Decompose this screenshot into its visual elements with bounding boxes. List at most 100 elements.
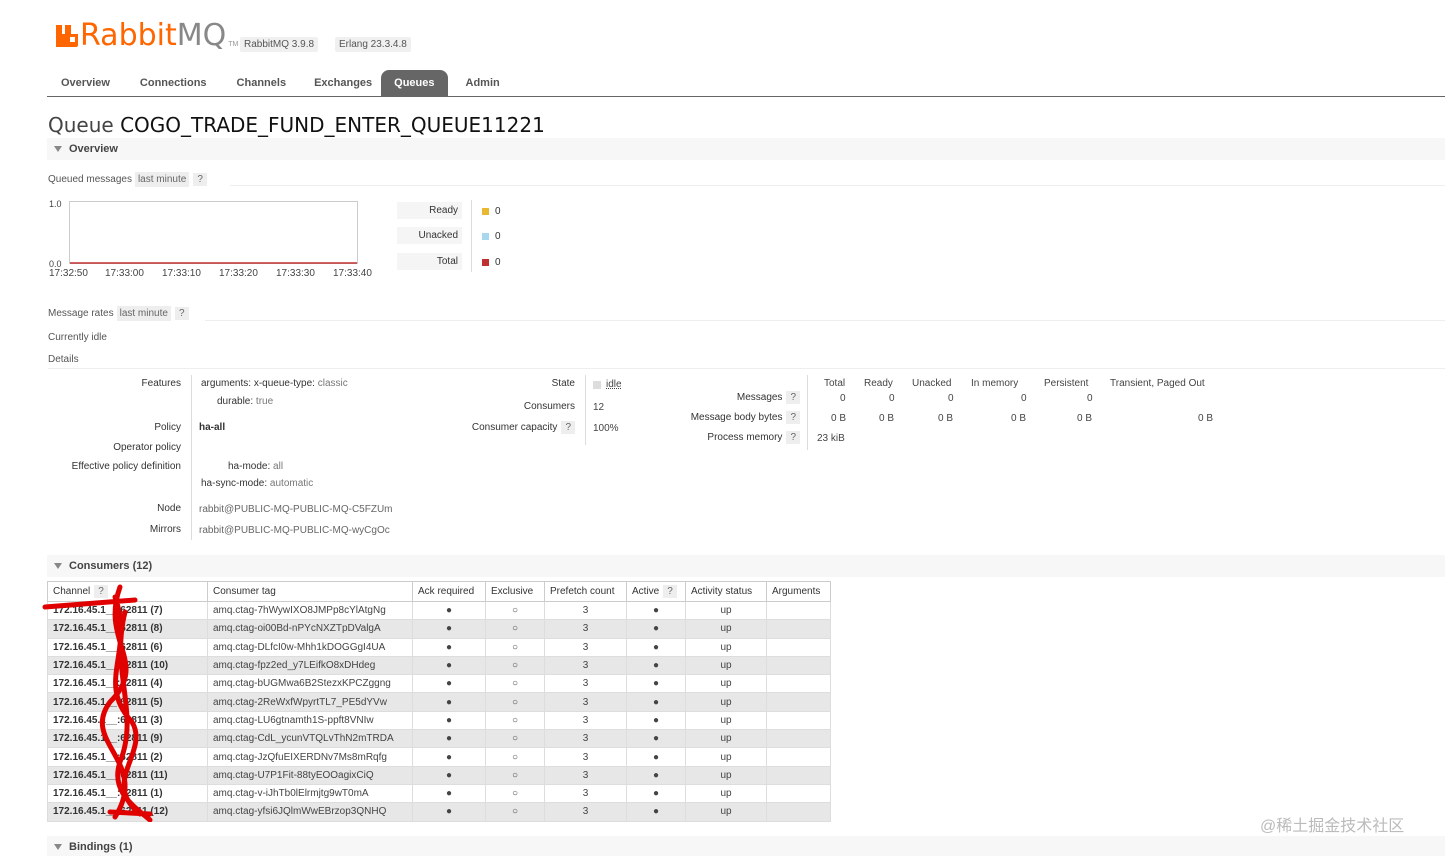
legend-unacked-value[interactable]: 0 [482, 231, 501, 242]
ack-required-cell: ● [412, 600, 486, 621]
help-icon[interactable]: ? [786, 411, 800, 424]
help-icon[interactable]: ? [174, 307, 189, 320]
consumer-tag-cell: amq.ctag-2ReWxfWpyrtTL7_PE5dYVw [207, 692, 413, 712]
state-value: idle [593, 379, 622, 390]
mirrors-label: Mirrors [149, 524, 181, 535]
channel-link[interactable]: 172.16.45.1__:62811 (1) [47, 783, 208, 804]
col-channel: Channel? [47, 581, 208, 602]
consumers-section-header[interactable]: Consumers (12) [47, 555, 1445, 577]
help-icon[interactable]: ? [94, 585, 108, 598]
stats-col-transient: Transient, Paged Out [1110, 378, 1205, 389]
queued-range-selector[interactable]: last minute [134, 172, 190, 187]
tab-overview[interactable]: Overview [47, 70, 124, 97]
channel-link[interactable]: 172.16.45.1__:62811 (12) [47, 802, 208, 822]
channel-link[interactable]: 172.16.45.1__:62811 (5) [47, 692, 208, 712]
logo-tm: TM [228, 41, 239, 48]
channel-link[interactable]: 172.16.45.1__:62811 (2) [47, 747, 208, 767]
table-header-row: Channel? Consumer tag Ack required Exclu… [47, 581, 831, 602]
consumer-tag-cell: amq.ctag-oi00Bd-nPYcNXZTpDValgA [207, 619, 413, 639]
rabbitmq-logo[interactable]: RabbitMQ TM [56, 20, 238, 52]
tab-channels[interactable]: Channels [223, 70, 301, 97]
active-cell: ● [626, 765, 686, 785]
channel-link[interactable]: 172.16.45.1__:62811 (7) [47, 600, 208, 621]
activity-status-cell: up [685, 802, 767, 822]
node-label: Node [157, 503, 181, 514]
ack-required-cell: ● [412, 765, 486, 785]
ready-swatch-icon [482, 208, 489, 215]
details-label: Details [48, 354, 79, 365]
ack-required-cell: ● [412, 674, 486, 694]
channel-link[interactable]: 172.16.45.1__:62811 (9) [47, 729, 208, 749]
prefetch-count-cell: 3 [544, 710, 627, 731]
rates-range-selector[interactable]: last minute [116, 306, 171, 321]
active-cell: ● [626, 637, 686, 657]
tab-connections[interactable]: Connections [124, 70, 223, 97]
consumer-tag-cell: amq.ctag-DLfcI0w-Mhh1kDOGGgI4UA [207, 637, 413, 657]
operator-policy-label: Operator policy [113, 442, 181, 453]
currently-idle-text: Currently idle [48, 332, 107, 343]
active-cell: ● [626, 747, 686, 767]
arguments-cell [766, 600, 831, 621]
ack-required-cell: ● [412, 747, 486, 767]
consumers-table: Channel? Consumer tag Ack required Exclu… [47, 581, 831, 822]
prefetch-count-cell: 3 [544, 802, 627, 822]
ack-required-cell: ● [412, 637, 486, 657]
arguments-cell [766, 802, 831, 822]
bindings-section-header[interactable]: Bindings (1) [47, 836, 1445, 856]
consumer-tag-cell: amq.ctag-JzQfuEIXERDNv7Ms8mRqfg [207, 747, 413, 767]
stats-cell: 0 [889, 393, 895, 404]
features-label: Features [141, 378, 181, 389]
help-icon[interactable]: ? [561, 421, 575, 434]
consumer-tag-cell: amq.ctag-v-iJhTb0lElrmjtg9wT0mA [207, 783, 413, 804]
table-row: 172.16.45.1__:62811 (8) amq.ctag-oi00Bd-n… [47, 619, 831, 639]
stats-cell: 0 [1087, 393, 1093, 404]
exclusive-cell: ○ [485, 600, 545, 621]
legend-total-value[interactable]: 0 [482, 257, 501, 268]
ack-required-cell: ● [412, 710, 486, 731]
channel-link[interactable]: 172.16.45.1__:62811 (4) [47, 674, 208, 694]
tab-queues[interactable]: Queues [381, 70, 448, 97]
consumer-tag-cell: amq.ctag-7hWywIXO8JMPp8cYlAtgNg [207, 600, 413, 621]
tab-admin[interactable]: Admin [448, 70, 518, 97]
header: RabbitMQ TM RabbitMQ 3.9.8 Erlang 23.3.4… [0, 0, 1445, 98]
stats-cell: 0 B [1011, 413, 1027, 424]
stats-cell: 0 [948, 393, 954, 404]
table-row: 172.16.45.1__:62811 (10) amq.ctag-fpz2ed_… [47, 655, 831, 676]
activity-status-cell: up [685, 692, 767, 712]
activity-status-cell: up [685, 765, 767, 785]
erlang-version-badge: Erlang 23.3.4.8 [335, 37, 411, 52]
arguments-cell [766, 710, 831, 731]
divider [205, 320, 1445, 321]
total-swatch-icon [482, 259, 489, 266]
overview-section-header[interactable]: Overview [47, 138, 1445, 160]
policy-link[interactable]: ha-all [199, 422, 225, 433]
table-row: 172.16.45.1__:62811 (6) amq.ctag-DLfcI0w-… [47, 637, 831, 657]
help-icon[interactable]: ? [663, 585, 677, 598]
mirrors-value: rabbit@PUBLIC-MQ-PUBLIC-MQ-wyCgOc [199, 525, 390, 536]
channel-link[interactable]: 172.16.45.1__:62811 (8) [47, 619, 208, 639]
table-row: 172.16.45.1__:62811 (4) amq.ctag-bUGMwa6B… [47, 674, 831, 694]
exclusive-cell: ○ [485, 765, 545, 785]
help-icon[interactable]: ? [193, 173, 207, 186]
channel-link[interactable]: 172.16.45.1__:62811 (3) [47, 710, 208, 731]
chart-x-tick: 17:33:30 [276, 268, 315, 279]
tab-exchanges[interactable]: Exchanges [300, 70, 381, 97]
consumer-tag-cell: amq.ctag-U7P1Fit-88tyEOOagixCiQ [207, 765, 413, 785]
channel-link[interactable]: 172.16.45.1__:62811 (11) [47, 765, 208, 785]
channel-link[interactable]: 172.16.45.1__:62811 (10) [47, 655, 208, 676]
details-divider [191, 375, 192, 540]
help-icon[interactable]: ? [786, 391, 800, 404]
policy-label: Policy [154, 422, 181, 433]
legend-ready-value[interactable]: 0 [482, 206, 501, 217]
legend-divider [471, 200, 472, 272]
watermark: @稀土掘金技术社区 [1260, 818, 1405, 835]
prefetch-count-cell: 3 [544, 747, 627, 767]
prefetch-count-cell: 3 [544, 765, 627, 785]
col-ack-required: Ack required [412, 581, 486, 602]
active-cell: ● [626, 692, 686, 712]
divider [230, 185, 1445, 186]
exclusive-cell: ○ [485, 802, 545, 822]
arguments-cell [766, 783, 831, 804]
help-icon[interactable]: ? [786, 431, 800, 444]
channel-link[interactable]: 172.16.45.1__:62811 (6) [47, 637, 208, 657]
